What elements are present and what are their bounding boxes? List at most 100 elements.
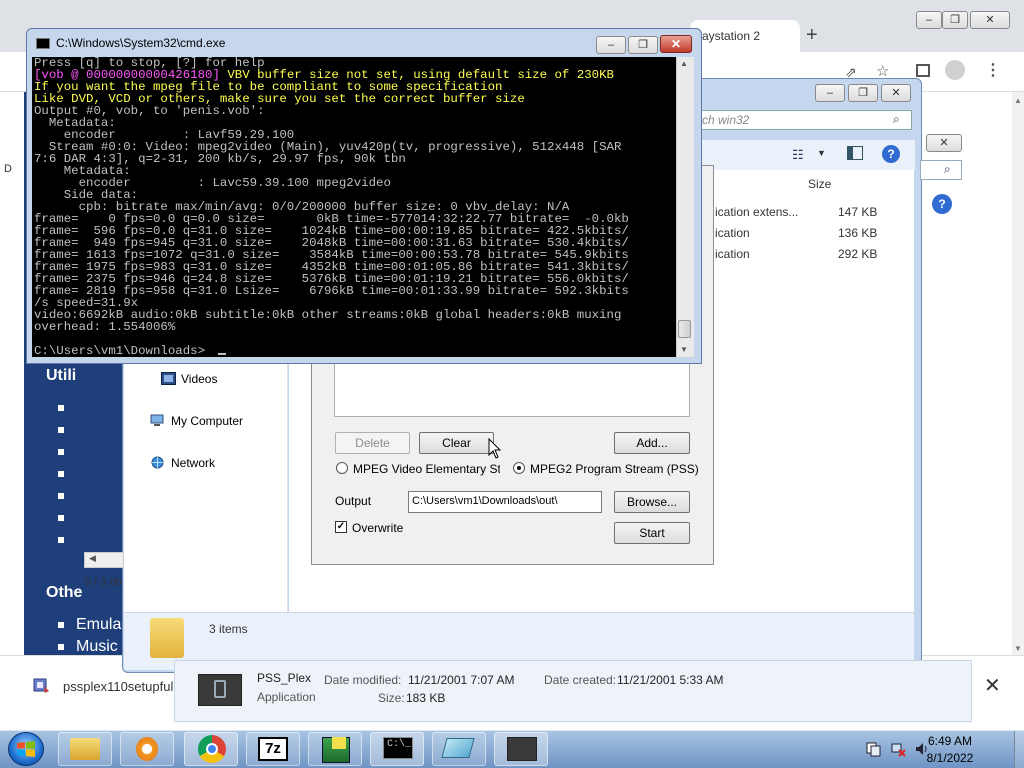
radio-mpeg-elementary-label: MPEG Video Elementary Strear (353, 462, 500, 476)
scroll-down-arrow-icon[interactable]: ▼ (680, 345, 688, 354)
cmd-minimize-button[interactable]: – (596, 36, 626, 54)
computer-icon (150, 414, 164, 426)
chrome-close-button[interactable]: ✕ (970, 11, 1010, 29)
page-left-strip (0, 92, 24, 655)
explorer-close-button[interactable]: ✕ (881, 84, 911, 102)
browse-button[interactable]: Browse... (614, 491, 690, 513)
scroll-up-arrow-icon[interactable]: ▲ (1014, 96, 1022, 105)
clear-button[interactable]: Clear (419, 432, 494, 454)
input-file-list[interactable] (334, 362, 690, 417)
installer-icon (33, 678, 49, 693)
wiki-heading-utilities: Utili (46, 367, 77, 384)
videos-folder-icon (161, 372, 176, 385)
help-icon[interactable]: ? (882, 145, 900, 163)
wiki-bullet (58, 644, 64, 650)
cmd-maximize-button[interactable]: ❐ (628, 36, 658, 54)
new-tab-button[interactable]: + (806, 24, 818, 47)
media-player-icon (136, 737, 158, 761)
help-icon[interactable]: ? (932, 194, 952, 214)
clock-time[interactable]: 6:49 AM (920, 734, 980, 748)
wiki-link-emulation[interactable]: Emula (76, 616, 121, 634)
wiki-link-music[interactable]: Music (76, 638, 118, 656)
network-status-icon[interactable] (890, 741, 906, 757)
chevron-down-icon[interactable]: ▼ (817, 148, 826, 158)
back-window-close-button[interactable]: ✕ (926, 134, 962, 152)
wiki-bullet (58, 449, 64, 455)
wiki-bullet (58, 405, 64, 411)
cmd-window-title: C:\Windows\System32\cmd.exe (56, 36, 226, 50)
wiki-bullet (58, 622, 64, 628)
wiki-bullet (58, 427, 64, 433)
scroll-down-arrow-icon[interactable]: ▼ (1014, 644, 1022, 653)
console-line: C:\Users\vm1\Downloads> (34, 344, 206, 358)
overwrite-label: Overwrite (352, 521, 404, 535)
file-row-name[interactable]: ication extens... (715, 205, 805, 219)
cmd-scrollbar[interactable] (676, 57, 694, 357)
file-row-name[interactable]: ication (715, 226, 805, 240)
chrome-tab[interactable]: aystation 2 (690, 20, 800, 52)
profile-avatar-icon[interactable] (945, 60, 965, 80)
chrome-menu-icon[interactable]: ⋮ (985, 60, 1001, 80)
explorer-minimize-button[interactable]: – (815, 84, 845, 102)
clock-date[interactable]: 8/1/2022 (920, 751, 980, 765)
search-icon[interactable]: ⌕ (893, 112, 900, 127)
delete-button[interactable]: Delete (335, 432, 410, 454)
scroll-up-arrow-icon[interactable]: ▲ (680, 59, 688, 68)
cmd-app-icon (36, 38, 50, 49)
application-icon-glyph (214, 680, 226, 698)
details-size-label: Size: (378, 691, 405, 705)
nav-item-network[interactable]: Network (171, 456, 215, 470)
download-bar-close-icon[interactable]: ✕ (984, 673, 1001, 698)
search-icon[interactable]: ⌕ (944, 162, 951, 177)
details-date-created: 11/21/2001 5:33 AM (617, 673, 724, 687)
cmd-scrollbar-thumb[interactable] (678, 320, 691, 338)
overwrite-checkbox[interactable]: ✓ (335, 521, 347, 533)
file-row-name[interactable]: ication (715, 247, 805, 261)
radio-mpeg2-program-stream-label: MPEG2 Program Stream (PSS) (530, 462, 699, 476)
nav-item-videos[interactable]: Videos (181, 372, 217, 386)
console-cursor (218, 353, 226, 355)
console-line: overhead: 1.554006% (34, 320, 176, 334)
wiki-bullet (58, 493, 64, 499)
explorer-maximize-button[interactable]: ❐ (848, 84, 878, 102)
chrome-icon-center (206, 743, 218, 755)
details-date-modified: 11/21/2001 7:07 AM (408, 673, 515, 687)
chrome-page-scrollbar[interactable] (1012, 92, 1024, 655)
preview-pane-icon[interactable] (847, 146, 863, 160)
folder-icon (150, 618, 184, 658)
output-label: Output (335, 494, 372, 508)
side-panel-icon[interactable] (916, 64, 930, 77)
folder-icon (70, 738, 100, 760)
file-row-size: 292 KB (838, 247, 878, 261)
radio-mpeg2-program-stream[interactable] (513, 462, 525, 474)
mouse-pointer-icon (488, 438, 502, 459)
wiki-bullet (58, 471, 64, 477)
list-status-text: 0 / 3 ob (85, 576, 122, 588)
file-row-size: 136 KB (838, 226, 878, 240)
notepad-icon (441, 738, 475, 758)
radio-mpeg-elementary[interactable] (336, 462, 348, 474)
back-window-search-input[interactable] (920, 160, 962, 180)
7zip-icon: 7z (258, 737, 288, 761)
chrome-maximize-button[interactable]: ❐ (942, 11, 968, 29)
chrome-minimize-button[interactable]: – (916, 11, 942, 29)
cmd-close-button[interactable]: ✕ (660, 35, 692, 53)
nav-item-my-computer[interactable]: My Computer (171, 414, 243, 428)
column-header-size[interactable]: Size (808, 177, 831, 191)
details-size: 183 KB (406, 691, 446, 705)
items-count: 3 items (209, 622, 248, 636)
wiki-bullet (58, 515, 64, 521)
add-button[interactable]: Add... (614, 432, 690, 454)
scroll-left-arrow-icon[interactable]: ◀ (89, 553, 96, 564)
pss-plex-icon (507, 737, 537, 761)
windows-logo-icon (17, 741, 35, 757)
page-left-char: D (4, 163, 12, 175)
output-path-input[interactable]: C:\Users\vm1\Downloads\out\ (408, 491, 602, 513)
network-icon (151, 456, 164, 469)
start-button[interactable]: Start (614, 522, 690, 544)
action-center-flag-icon[interactable] (866, 741, 882, 757)
download-item-name[interactable]: pssplex110setupful (63, 679, 173, 694)
show-desktop-button[interactable] (1014, 731, 1024, 768)
views-icon[interactable]: ☷ (792, 147, 804, 163)
details-date-modified-label: Date modified: (324, 673, 402, 687)
